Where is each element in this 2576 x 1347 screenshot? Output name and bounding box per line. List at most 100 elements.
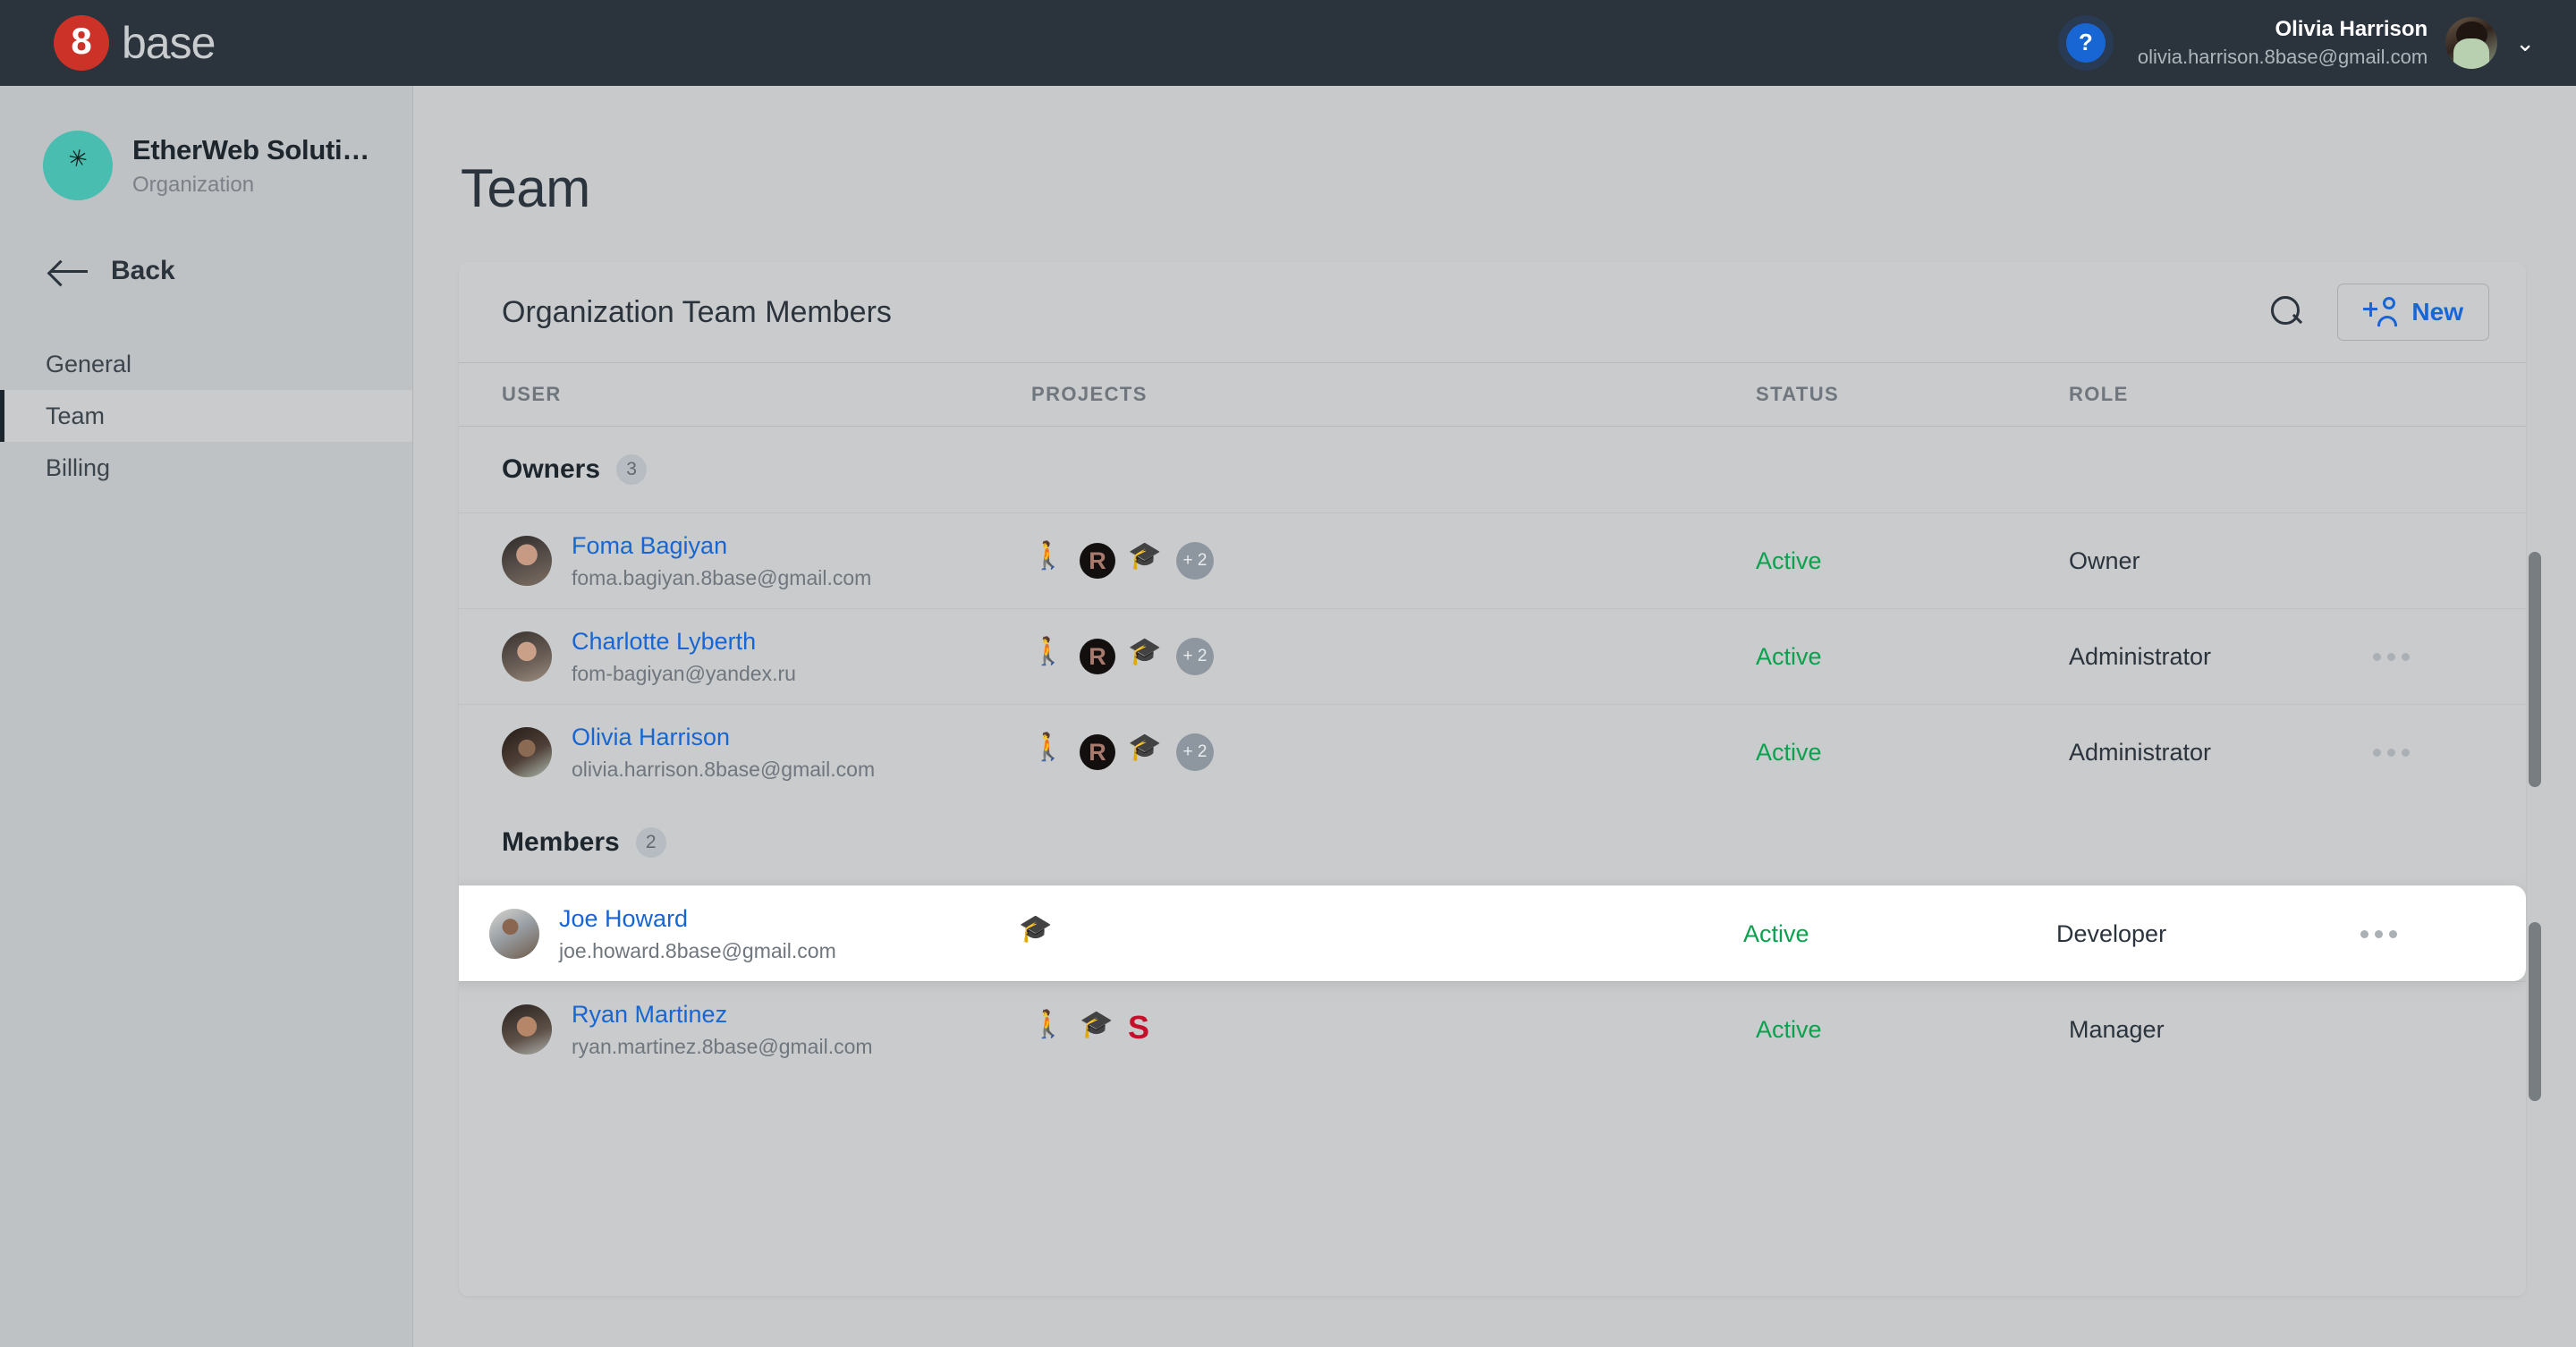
graduation-cap-logo-icon: 🎓	[1128, 734, 1164, 770]
status-badge: Active	[1756, 1016, 2069, 1044]
user-email: foma.bagiyan.8base@gmail.com	[572, 563, 871, 592]
user-name-link[interactable]: Olivia Harrison	[572, 721, 875, 755]
user-name-link[interactable]: Foma Bagiyan	[572, 529, 871, 563]
card-title: Organization Team Members	[502, 295, 892, 330]
stick-figure-logo-icon: 🚶	[1031, 639, 1067, 674]
group-count-badge: 2	[636, 827, 666, 858]
user-identity: Olivia Harrisonolivia.harrison.8base@gma…	[572, 721, 875, 784]
add-user-button[interactable]: New	[2337, 284, 2489, 341]
organization-logo-icon: ✳	[43, 131, 113, 200]
status-badge: Active	[1756, 739, 2069, 767]
cell-actions	[2373, 653, 2526, 661]
status-badge: Active	[1756, 643, 2069, 671]
help-icon[interactable]: ?	[2066, 23, 2106, 63]
role-value: Manager	[2069, 1016, 2373, 1044]
main-content: Team Organization Team Members New US	[413, 86, 2576, 1347]
projects-overflow-badge[interactable]: + 2	[1176, 542, 1214, 580]
role-value: Administrator	[2069, 643, 2373, 671]
sidebar-item-billing[interactable]: Billing	[0, 442, 412, 494]
organization-header[interactable]: ✳ EtherWeb Soluti… Organization	[0, 86, 412, 200]
row-more-icon[interactable]	[2373, 653, 2410, 661]
graduation-cap-logo-icon: 🎓	[1080, 1012, 1115, 1047]
sidebar-item-label: Team	[46, 402, 105, 430]
top-bar: 8 base ? Olivia Harrison olivia.harrison…	[0, 0, 2576, 86]
row-more-icon[interactable]	[2373, 749, 2410, 757]
column-header-user: USER	[459, 383, 1031, 406]
table-row[interactable]: Ryan Martinezryan.martinez.8base@gmail.c…	[459, 981, 2526, 1077]
graduation-cap-logo-icon: 🎓	[1128, 639, 1164, 674]
organization-meta: EtherWeb Soluti… Organization	[132, 132, 369, 199]
avatar	[2445, 17, 2497, 69]
sidebar-item-general[interactable]: General	[0, 338, 412, 390]
card-header: Organization Team Members New	[459, 262, 2526, 362]
page-title: Team	[413, 86, 2576, 219]
projects-overflow-badge[interactable]: + 2	[1176, 638, 1214, 675]
user-identity: Ryan Martinezryan.martinez.8base@gmail.c…	[572, 998, 873, 1061]
status-badge: Active	[1756, 547, 2069, 575]
brand-logo[interactable]: 8 base	[54, 15, 215, 71]
user-name-link[interactable]: Joe Howard	[559, 902, 836, 936]
table-row[interactable]: Olivia Harrisonolivia.harrison.8base@gma…	[459, 704, 2526, 800]
cell-user: Foma Bagiyanfoma.bagiyan.8base@gmail.com	[459, 529, 1031, 592]
table-row[interactable]: Charlotte Lyberthfom-bagiyan@yandex.ru 🚶 R…	[459, 608, 2526, 704]
group-name: Members	[502, 827, 620, 858]
arrow-left-icon	[50, 258, 88, 284]
avatar	[489, 909, 539, 959]
user-name-link[interactable]: Charlotte Lyberth	[572, 625, 796, 659]
user-email: olivia.harrison.8base@gmail.com	[2138, 44, 2428, 71]
role-value: Developer	[2056, 920, 2360, 948]
organization-kind: Organization	[132, 171, 369, 199]
status-badge: Active	[1743, 920, 2056, 948]
sidebar-item-team[interactable]: Team	[0, 390, 412, 442]
column-header-projects: PROJECTS	[1031, 383, 1756, 406]
cell-actions	[2373, 749, 2526, 757]
stick-figure-logo-icon: 🚶	[1031, 543, 1067, 579]
letter-r-logo-icon: R	[1080, 639, 1115, 674]
user-email: ryan.martinez.8base@gmail.com	[572, 1032, 873, 1061]
user-email: olivia.harrison.8base@gmail.com	[572, 755, 875, 784]
add-user-button-label: New	[2411, 298, 2463, 326]
table-row[interactable]: Joe Howardjoe.howard.8base@gmail.com🎓 Act…	[459, 885, 2526, 981]
row-more-icon[interactable]	[2360, 930, 2397, 938]
back-button[interactable]: Back	[0, 200, 412, 286]
letter-s-logo-icon: S	[1128, 1012, 1164, 1047]
projects-overflow-badge[interactable]: + 2	[1176, 733, 1214, 771]
user-menu[interactable]: Olivia Harrison olivia.harrison.8base@gm…	[2138, 15, 2535, 71]
cell-projects: 🚶R🎓+ 2	[1031, 542, 1756, 580]
brand-wordmark: base	[122, 17, 215, 69]
team-members-card: Organization Team Members New USER PROJE…	[459, 262, 2526, 1296]
group-name: Owners	[502, 454, 600, 485]
graduation-cap-logo-icon: 🎓	[1128, 543, 1164, 579]
page-scrollbar-thumb[interactable]	[2529, 922, 2541, 1101]
user-identity: Olivia Harrison olivia.harrison.8base@gm…	[2138, 15, 2428, 71]
group-count-badge: 3	[616, 454, 647, 485]
user-identity: Charlotte Lyberthfom-bagiyan@yandex.ru	[572, 625, 796, 688]
user-email: fom-bagiyan@yandex.ru	[572, 659, 796, 688]
graduation-cap-logo-icon: 🎓	[1019, 916, 1055, 952]
cell-user: Joe Howardjoe.howard.8base@gmail.com	[459, 902, 1019, 965]
stick-figure-logo-icon: 🚶	[1031, 734, 1067, 770]
role-value: Owner	[2069, 547, 2373, 575]
chevron-down-icon[interactable]: ⌄	[2515, 31, 2535, 55]
user-name-link[interactable]: Ryan Martinez	[572, 998, 873, 1032]
group-header: Owners 3	[459, 427, 2526, 513]
user-identity: Foma Bagiyanfoma.bagiyan.8base@gmail.com	[572, 529, 871, 592]
avatar	[502, 631, 552, 682]
avatar	[502, 727, 552, 777]
sidebar-nav: General Team Billing	[0, 338, 412, 494]
search-icon[interactable]	[2269, 294, 2305, 330]
organization-name: EtherWeb Soluti…	[132, 132, 369, 168]
back-label: Back	[111, 256, 175, 286]
organization-logo-glyph: ✳	[66, 145, 90, 172]
sidebar-item-label: General	[46, 351, 131, 378]
table-row[interactable]: Foma Bagiyanfoma.bagiyan.8base@gmail.com…	[459, 513, 2526, 608]
table-scrollbar-thumb[interactable]	[2529, 552, 2541, 787]
brand-mark-icon: 8	[54, 15, 109, 71]
cell-projects: 🎓	[1019, 916, 1743, 952]
user-name: Olivia Harrison	[2138, 15, 2428, 44]
cell-user: Charlotte Lyberthfom-bagiyan@yandex.ru	[459, 625, 1031, 688]
stick-figure-logo-icon: 🚶	[1031, 1012, 1067, 1047]
cell-user: Olivia Harrisonolivia.harrison.8base@gma…	[459, 721, 1031, 784]
table-header-row: USER PROJECTS STATUS ROLE	[459, 362, 2526, 427]
team-table-body: Owners 3 Foma Bagiyanfoma.bagiyan.8base@gm…	[459, 427, 2526, 1077]
